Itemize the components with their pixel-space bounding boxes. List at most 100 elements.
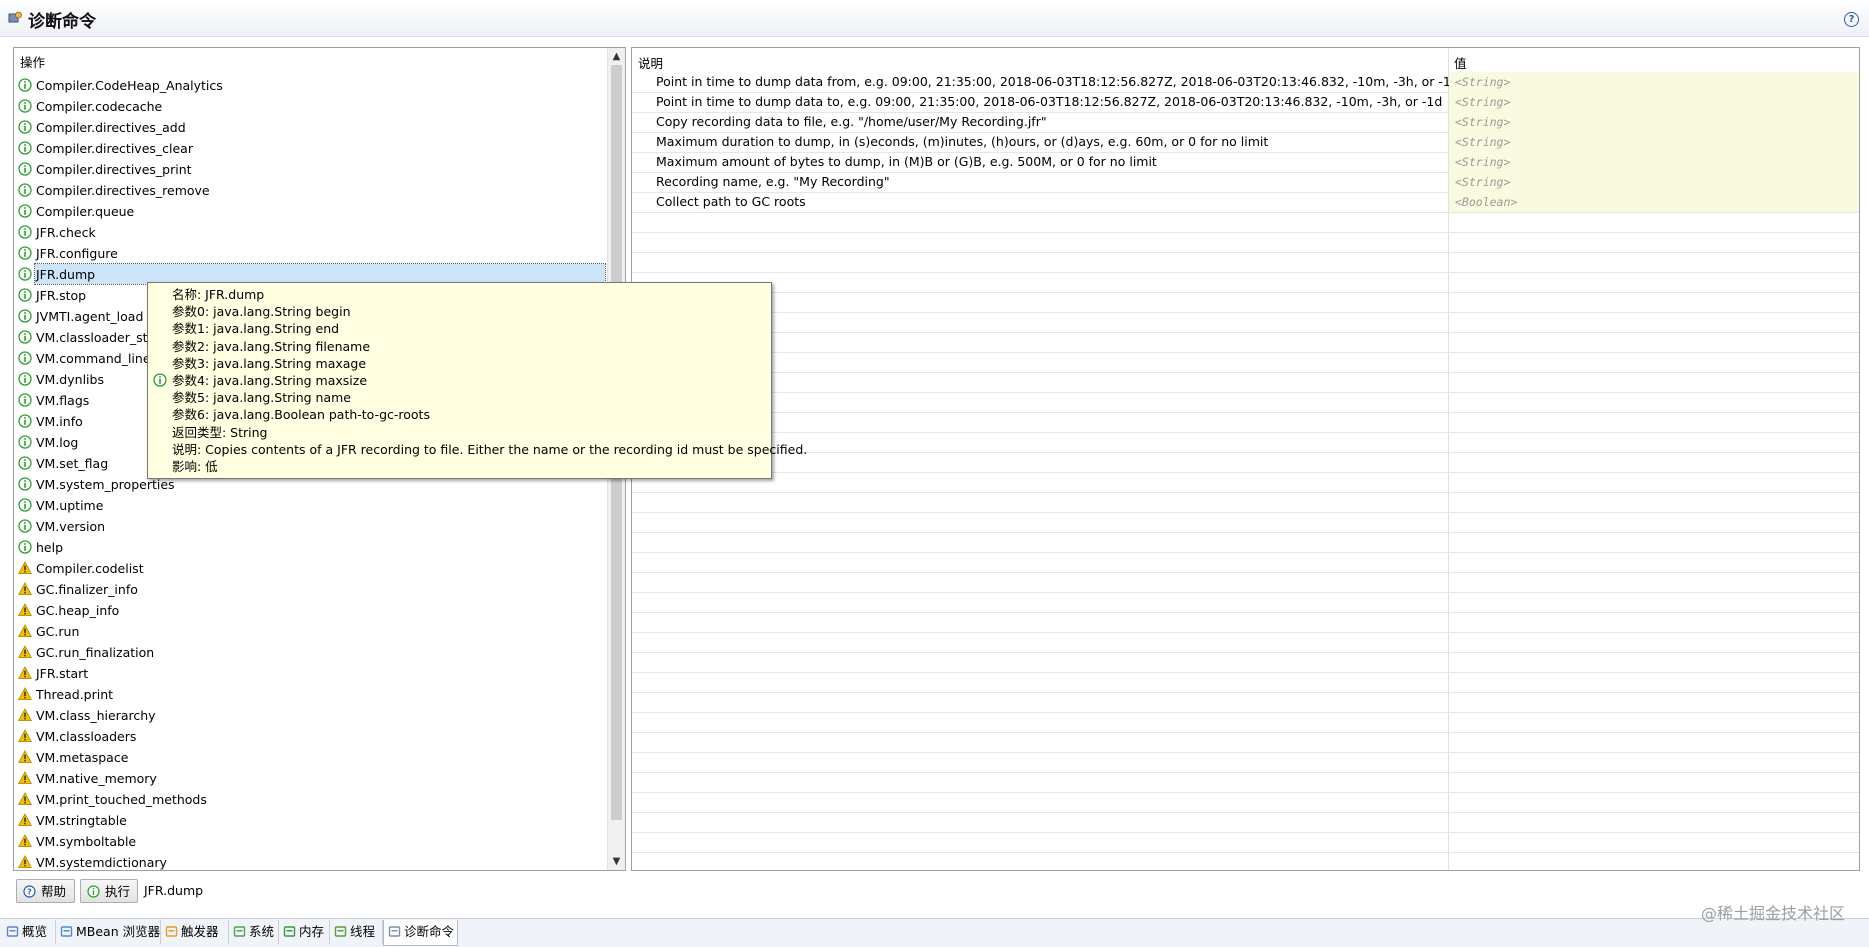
- operation-label: VM.native_memory: [36, 771, 157, 786]
- operation-item[interactable]: VM.uptime: [16, 495, 610, 516]
- tab-system[interactable]: 系统: [229, 920, 279, 944]
- operation-item[interactable]: GC.finalizer_info: [16, 579, 610, 600]
- warning-icon: [18, 750, 32, 763]
- operation-item[interactable]: VM.print_touched_methods: [16, 789, 610, 810]
- info-icon: [18, 519, 32, 533]
- tab-mbean[interactable]: MBean 浏览器: [56, 920, 161, 944]
- help-icon[interactable]: ?: [1844, 12, 1859, 27]
- diagnostic-icon: [388, 926, 401, 937]
- operation-item[interactable]: GC.run: [16, 621, 610, 642]
- empty-row: [632, 772, 1859, 793]
- column-header-value[interactable]: 值: [1454, 53, 1467, 72]
- parameter-value-field[interactable]: <String>: [1449, 92, 1859, 112]
- tab-label: 线程: [350, 924, 376, 939]
- empty-row: [632, 692, 1859, 713]
- warning-icon: [18, 666, 32, 679]
- info-icon: [18, 393, 32, 407]
- operation-label: VM.stringtable: [36, 813, 127, 828]
- mbean-icon: [60, 926, 73, 937]
- info-icon: [18, 540, 32, 554]
- empty-row: [632, 672, 1859, 693]
- parameter-value-field[interactable]: <String>: [1449, 132, 1859, 152]
- operation-item[interactable]: JFR.check: [16, 222, 610, 243]
- tooltip-line: 参数5: java.lang.String name: [172, 390, 351, 406]
- info-icon: [18, 183, 32, 197]
- tab-memory[interactable]: 内存: [279, 920, 330, 944]
- operation-item[interactable]: VM.systemdictionary: [16, 852, 610, 870]
- operation-item[interactable]: JFR.start: [16, 663, 610, 684]
- operation-item[interactable]: Compiler.directives_remove: [16, 180, 610, 201]
- operation-label: JFR.dump: [33, 263, 607, 285]
- tab-overview[interactable]: 概览: [2, 920, 56, 944]
- warning-icon: [18, 687, 32, 700]
- operation-item[interactable]: Compiler.directives_print: [16, 159, 610, 180]
- info-icon: [18, 141, 32, 155]
- operation-item[interactable]: Compiler.directives_clear: [16, 138, 610, 159]
- operation-item[interactable]: VM.metaspace: [16, 747, 610, 768]
- tab-label: 触发器: [181, 924, 219, 939]
- parameter-row[interactable]: Point in time to dump data to, e.g. 09:0…: [632, 92, 1859, 113]
- tab-trigger[interactable]: 触发器: [161, 920, 229, 944]
- operation-label: help: [36, 540, 64, 555]
- help-button[interactable]: ? 帮助: [16, 879, 75, 903]
- parameter-row[interactable]: Recording name, e.g. "My Recording" <Stri…: [632, 172, 1859, 193]
- operation-label: GC.run: [36, 624, 80, 639]
- operation-item[interactable]: GC.run_finalization: [16, 642, 610, 663]
- tab-threads[interactable]: 线程: [330, 920, 383, 944]
- info-icon: [18, 204, 32, 218]
- scroll-down-icon[interactable]: ▼: [608, 853, 625, 870]
- operation-item[interactable]: Compiler.codecache: [16, 96, 610, 117]
- operation-item[interactable]: VM.version: [16, 516, 610, 537]
- operation-item[interactable]: VM.classloaders: [16, 726, 610, 747]
- parameter-value-field[interactable]: <String>: [1449, 172, 1859, 192]
- operation-label: Compiler.directives_add: [36, 120, 186, 135]
- empty-row: [632, 812, 1859, 833]
- tab-diagnostic[interactable]: 诊断命令: [383, 920, 458, 946]
- warning-icon: [18, 603, 32, 616]
- operation-item[interactable]: JFR.configure: [16, 243, 610, 264]
- operation-item[interactable]: VM.class_hierarchy: [16, 705, 610, 726]
- operation-item[interactable]: Compiler.directives_add: [16, 117, 610, 138]
- parameter-description: Maximum duration to dump, in (s)econds, …: [656, 134, 1269, 149]
- operation-item[interactable]: GC.heap_info: [16, 600, 610, 621]
- parameter-row[interactable]: Point in time to dump data from, e.g. 09…: [632, 72, 1859, 93]
- empty-row: [632, 292, 1859, 313]
- parameter-row[interactable]: Collect path to GC roots <Boolean>: [632, 192, 1859, 213]
- info-icon: [18, 246, 32, 260]
- operation-label: VM.log: [36, 435, 79, 450]
- parameter-value-field[interactable]: <String>: [1449, 112, 1859, 132]
- parameter-value-field[interactable]: <Boolean>: [1449, 192, 1859, 212]
- empty-row: [632, 732, 1859, 753]
- column-header-description[interactable]: 说明: [638, 53, 663, 72]
- empty-row: [632, 612, 1859, 633]
- empty-row: [632, 832, 1859, 853]
- scroll-up-icon[interactable]: ▲: [608, 48, 625, 65]
- warning-icon: [18, 771, 32, 784]
- empty-row: [632, 332, 1859, 353]
- operation-item[interactable]: VM.stringtable: [16, 810, 610, 831]
- parameter-row[interactable]: Copy recording data to file, e.g. "/home…: [632, 112, 1859, 133]
- tabs-bar: 概览 MBean 浏览器 触发器 系统 内存 线程 诊断命令: [0, 918, 1869, 947]
- parameters-panel: 说明 值 Point in time to dump data from, e.…: [631, 47, 1860, 871]
- operation-item[interactable]: help: [16, 537, 610, 558]
- operation-label: JFR.check: [36, 225, 96, 240]
- operation-item[interactable]: Thread.print: [16, 684, 610, 705]
- operation-item[interactable]: VM.symboltable: [16, 831, 610, 852]
- empty-row: [632, 432, 1859, 453]
- operation-item[interactable]: Compiler.codelist: [16, 558, 610, 579]
- operation-item[interactable]: Compiler.CodeHeap_Analytics: [16, 75, 610, 96]
- diagnostic-command-icon: [8, 11, 22, 23]
- parameter-row[interactable]: Maximum duration to dump, in (s)econds, …: [632, 132, 1859, 153]
- execute-button[interactable]: 执行: [80, 879, 138, 903]
- operation-label: Compiler.codecache: [36, 99, 163, 114]
- parameter-value-field[interactable]: <String>: [1449, 152, 1859, 172]
- operation-label: VM.flags: [36, 393, 90, 408]
- info-icon: [18, 120, 32, 134]
- operation-item[interactable]: VM.native_memory: [16, 768, 610, 789]
- parameter-row[interactable]: Maximum amount of bytes to dump, in (M)B…: [632, 152, 1859, 173]
- operation-item[interactable]: Compiler.queue: [16, 201, 610, 222]
- parameter-description: Maximum amount of bytes to dump, in (M)B…: [656, 154, 1157, 169]
- help-icon: ?: [23, 885, 36, 898]
- parameter-value-field[interactable]: <String>: [1449, 72, 1859, 92]
- empty-row: [632, 392, 1859, 413]
